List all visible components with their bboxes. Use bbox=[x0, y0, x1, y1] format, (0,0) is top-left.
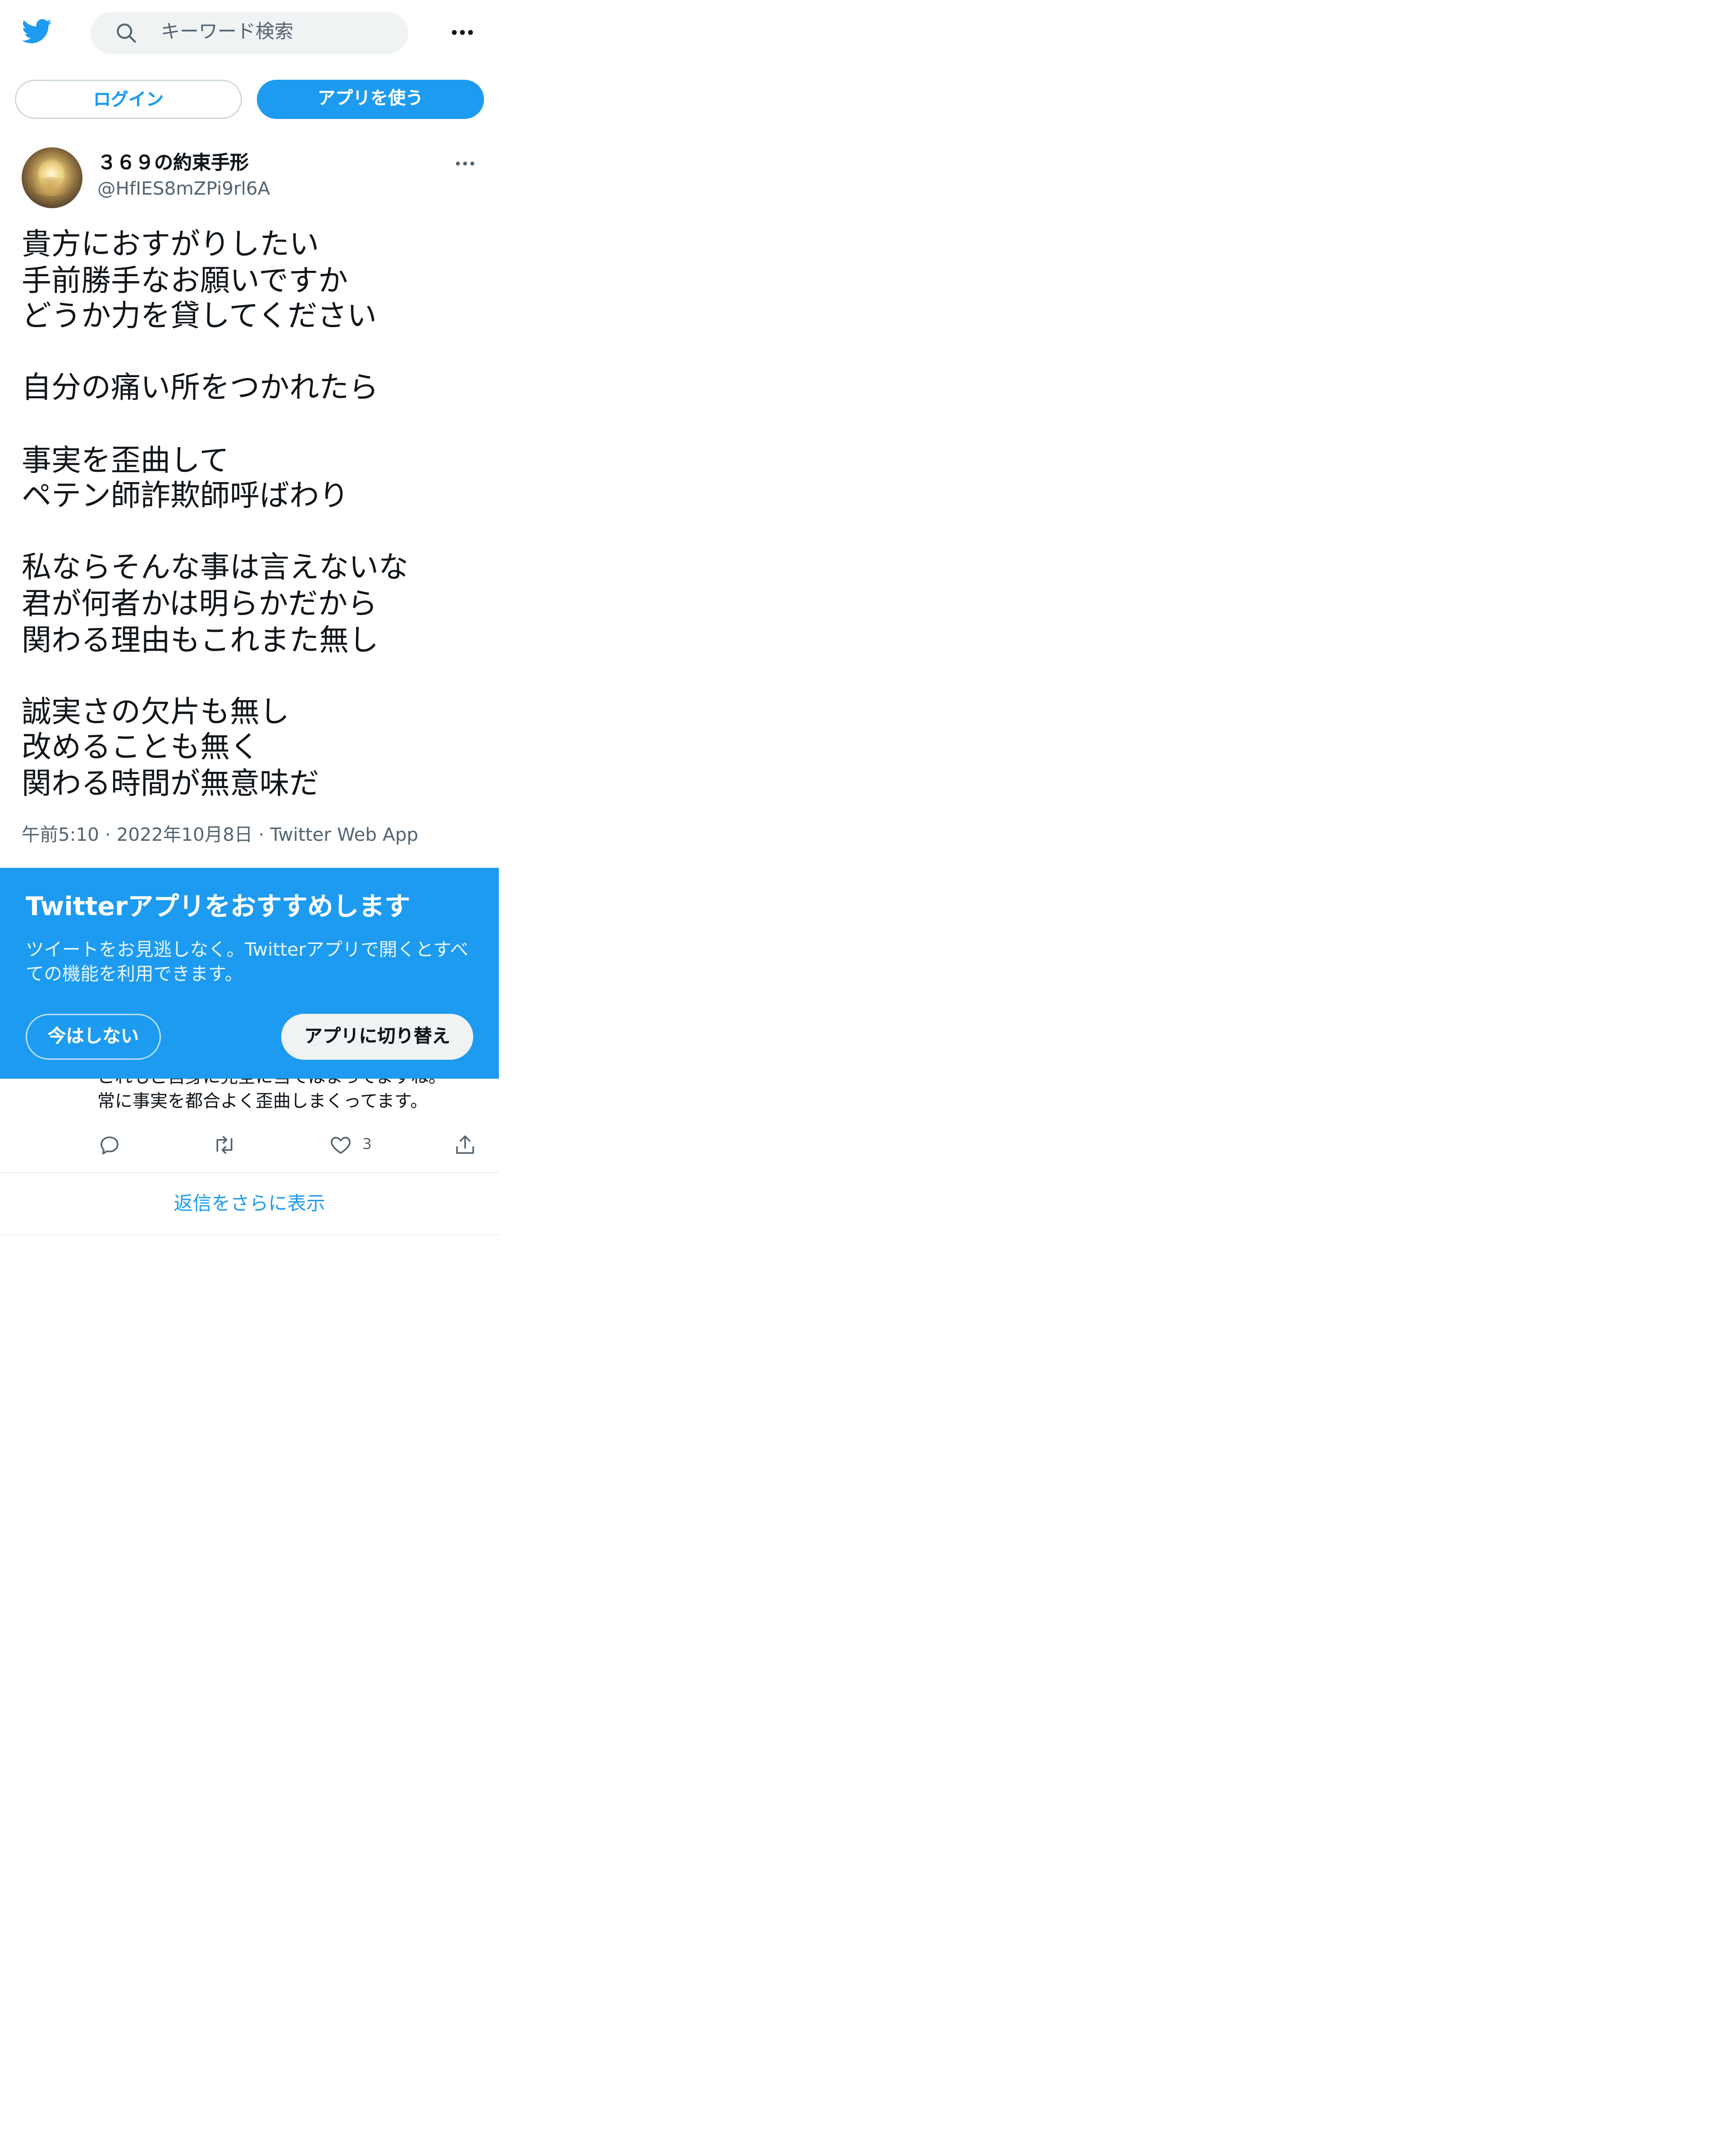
login-button[interactable]: ログイン bbox=[15, 80, 242, 119]
display-name[interactable]: ３６９の約束手形 bbox=[97, 151, 249, 176]
use-app-button[interactable]: アプリを使う bbox=[257, 80, 484, 119]
app-promo-description: ツイートをお見逃しなく。Twitterアプリで開くとすべての機能を利用できます。 bbox=[26, 939, 469, 985]
divider bbox=[0, 1172, 499, 1173]
divider bbox=[0, 1234, 499, 1235]
like-count: 3 bbox=[362, 1135, 372, 1153]
tweet-meta: 午前5:10 · 2022年10月8日 · Twitter Web App bbox=[22, 823, 418, 848]
tweet-client: Twitter Web App bbox=[270, 825, 419, 846]
retweet-icon bbox=[216, 1136, 233, 1154]
search-input[interactable]: キーワード検索 bbox=[161, 22, 293, 45]
reply-icon bbox=[101, 1136, 119, 1154]
tweet-more-icon[interactable] bbox=[454, 153, 476, 174]
page-column: キーワード検索 ログイン アプリを使う ３６９の約束手形 @HfIES8mZPi… bbox=[0, 0, 499, 1235]
share-button[interactable] bbox=[453, 1133, 477, 1157]
retweet-button[interactable] bbox=[212, 1133, 237, 1157]
switch-to-app-button[interactable]: アプリに切り替え bbox=[281, 1014, 473, 1060]
meta-separator: · bbox=[258, 825, 265, 846]
tweet-time[interactable]: 午前5:10 bbox=[22, 825, 99, 846]
search-icon bbox=[117, 23, 136, 43]
tweet-text: 貴方におすがりしたい 手前勝手なお願いですか どうか力を貸してください 自分の痛… bbox=[22, 228, 409, 802]
top-bar: キーワード検索 bbox=[0, 0, 499, 68]
more-options-icon[interactable] bbox=[450, 20, 475, 45]
not-now-button[interactable]: 今はしない bbox=[26, 1014, 161, 1060]
user-handle[interactable]: @HfIES8mZPi9rl6A bbox=[97, 177, 270, 201]
search-box[interactable]: キーワード検索 bbox=[91, 12, 408, 54]
meta-separator: · bbox=[105, 825, 111, 846]
avatar[interactable] bbox=[22, 147, 82, 208]
app-promo-title: Twitterアプリをおすすめします bbox=[26, 892, 411, 922]
like-button[interactable] bbox=[329, 1133, 353, 1157]
reply-button[interactable] bbox=[97, 1133, 122, 1157]
twitter-bird-icon[interactable] bbox=[20, 16, 54, 46]
share-icon bbox=[456, 1135, 474, 1154]
heart-icon bbox=[331, 1137, 351, 1154]
show-more-replies-link[interactable]: 返信をさらに表示 bbox=[0, 1192, 499, 1217]
tweet-date[interactable]: 2022年10月8日 bbox=[117, 825, 253, 846]
